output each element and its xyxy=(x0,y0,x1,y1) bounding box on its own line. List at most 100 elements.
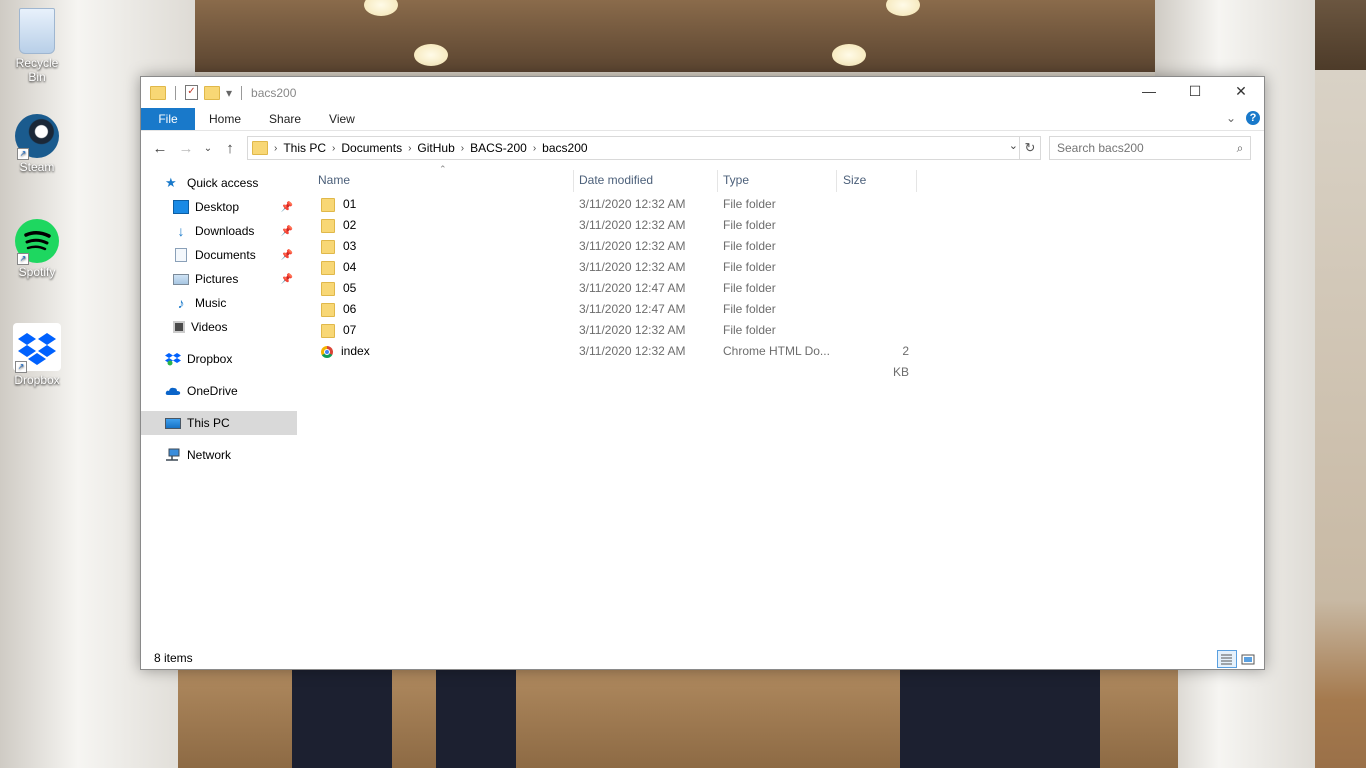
file-name-cell[interactable]: 03 xyxy=(319,236,356,257)
file-name-cell[interactable]: 05 xyxy=(319,278,356,299)
breadcrumb-this-pc[interactable]: This PC xyxy=(277,141,332,155)
shortcut-arrow-icon: ↗ xyxy=(17,253,29,265)
breadcrumb-bacs200[interactable]: bacs200 xyxy=(536,141,593,155)
cloud-icon xyxy=(165,384,181,398)
desktop-icon-dropbox[interactable]: ↗ Dropbox xyxy=(6,323,68,387)
date-modified-cell: 3/11/2020 12:32 AM xyxy=(579,323,686,337)
back-arrow-icon[interactable]: ← xyxy=(147,140,173,157)
nav-item-downloads[interactable]: ↓ Downloads 📌 xyxy=(141,219,297,243)
up-arrow-icon[interactable]: ↑ xyxy=(217,140,243,157)
table-row[interactable]: 06 3/11/2020 12:47 AM File folder xyxy=(319,299,929,320)
nav-item-music[interactable]: ♪ Music xyxy=(141,291,297,315)
search-icon[interactable]: ⌕ xyxy=(1230,141,1250,156)
wallpaper-lamp xyxy=(832,44,866,66)
pin-icon[interactable]: 📌 xyxy=(281,202,293,213)
folder-icon xyxy=(321,260,335,275)
nav-item-videos[interactable]: Videos xyxy=(141,315,297,339)
file-name-cell[interactable]: 06 xyxy=(319,299,356,320)
column-divider[interactable] xyxy=(573,170,574,192)
recent-locations-chevron-icon[interactable]: ⌄ xyxy=(199,143,217,154)
table-row[interactable]: 05 3/11/2020 12:47 AM File folder xyxy=(319,278,929,299)
address-history-chevron-icon[interactable]: ⌄ xyxy=(1009,139,1018,152)
column-divider[interactable] xyxy=(916,170,917,192)
file-name-cell[interactable]: 02 xyxy=(319,215,356,236)
details-view-icon[interactable] xyxy=(1217,650,1237,668)
nav-item-label: Desktop xyxy=(195,200,240,214)
forward-arrow-icon[interactable]: → xyxy=(173,140,199,157)
separator xyxy=(175,85,176,100)
folder-icon xyxy=(252,141,268,155)
pin-icon[interactable]: 📌 xyxy=(281,274,293,285)
desktop-icon-steam[interactable]: ↗ Steam xyxy=(6,114,68,174)
nav-item-dropbox[interactable]: Dropbox xyxy=(141,347,297,371)
nav-item-documents[interactable]: Documents 📌 xyxy=(141,243,297,267)
desktop-icon-recycle-bin[interactable]: Recycle Bin xyxy=(6,8,68,84)
nav-item-onedrive[interactable]: OneDrive xyxy=(141,379,297,403)
folder-icon xyxy=(321,281,335,296)
table-row[interactable]: 03 3/11/2020 12:32 AM File folder xyxy=(319,236,929,257)
column-header-type[interactable]: Type xyxy=(723,166,749,194)
column-header-size[interactable]: Size xyxy=(843,166,866,194)
tab-file[interactable]: File xyxy=(141,108,195,130)
nav-item-label: Network xyxy=(187,448,232,462)
file-name-cell[interactable]: 01 xyxy=(319,194,356,215)
column-divider[interactable] xyxy=(836,170,837,192)
file-name-cell[interactable]: index xyxy=(319,341,370,362)
title-bar[interactable]: ✓ ▾ bacs200 — ☐ ✕ xyxy=(141,77,1264,108)
file-name-cell[interactable]: 07 xyxy=(319,320,356,341)
breadcrumb-github[interactable]: GitHub xyxy=(411,141,460,155)
nav-item-network[interactable]: Network xyxy=(141,443,297,467)
table-row[interactable]: index 3/11/2020 12:32 AM Chrome HTML Do...… xyxy=(319,341,929,379)
wallpaper-lamp xyxy=(414,44,448,66)
computer-icon xyxy=(165,417,181,429)
nav-item-this-pc[interactable]: This PC xyxy=(141,411,297,435)
breadcrumb-documents[interactable]: Documents xyxy=(335,141,408,155)
date-modified-cell: 3/11/2020 12:47 AM xyxy=(579,302,686,316)
breadcrumb-bacs-200[interactable]: BACS-200 xyxy=(464,141,533,155)
search-input[interactable] xyxy=(1050,140,1230,156)
nav-item-label: Documents xyxy=(195,248,256,262)
maximize-button[interactable]: ☐ xyxy=(1172,77,1218,106)
file-name-cell[interactable]: 04 xyxy=(319,257,356,278)
date-modified-cell: 3/11/2020 12:32 AM xyxy=(579,239,686,253)
column-header-name[interactable]: Name xyxy=(318,166,350,194)
table-row[interactable]: 01 3/11/2020 12:32 AM File folder xyxy=(319,194,929,215)
tab-share[interactable]: Share xyxy=(255,108,315,130)
expand-ribbon-chevron-icon[interactable]: ⌄ xyxy=(1226,111,1236,125)
column-header-date-modified[interactable]: Date modified xyxy=(579,166,653,194)
address-bar[interactable]: › This PC › Documents › GitHub › BACS-20… xyxy=(247,136,1041,160)
file-name: 07 xyxy=(343,323,357,337)
minimize-button[interactable]: — xyxy=(1126,77,1172,106)
recycle-bin-icon xyxy=(19,8,55,54)
size-cell: 2 KB xyxy=(892,344,909,379)
sort-ascending-icon: ⌃ xyxy=(439,164,447,174)
table-row[interactable]: 07 3/11/2020 12:32 AM File folder xyxy=(319,320,929,341)
customize-toolbar-chevron-icon[interactable]: ▾ xyxy=(226,86,232,100)
tab-view[interactable]: View xyxy=(315,108,369,130)
table-row[interactable]: 02 3/11/2020 12:32 AM File folder xyxy=(319,215,929,236)
type-cell: File folder xyxy=(723,197,776,211)
table-row[interactable]: 04 3/11/2020 12:32 AM File folder xyxy=(319,257,929,278)
large-icons-view-icon[interactable] xyxy=(1239,650,1259,668)
folder-icon xyxy=(321,323,335,338)
nav-item-label: Pictures xyxy=(195,272,239,286)
close-button[interactable]: ✕ xyxy=(1218,77,1264,106)
desktop-icon-spotify[interactable]: ↗ Spotify xyxy=(6,219,68,279)
tab-home[interactable]: Home xyxy=(195,108,255,130)
column-divider[interactable] xyxy=(717,170,718,192)
nav-item-label: Downloads xyxy=(195,224,255,238)
file-explorer-window: ✓ ▾ bacs200 — ☐ ✕ File Home Share View ⌄… xyxy=(140,76,1265,670)
new-folder-icon[interactable] xyxy=(204,85,220,100)
folder-icon xyxy=(321,239,335,254)
help-icon[interactable]: ? xyxy=(1246,111,1260,125)
search-box[interactable]: ⌕ xyxy=(1049,136,1251,160)
nav-item-pictures[interactable]: Pictures 📌 xyxy=(141,267,297,291)
file-name: 03 xyxy=(343,239,357,253)
properties-icon[interactable]: ✓ xyxy=(185,85,198,100)
nav-item-desktop[interactable]: Desktop 📌 xyxy=(141,195,297,219)
nav-item-quick-access[interactable]: ★ Quick access xyxy=(141,171,297,195)
pin-icon[interactable]: 📌 xyxy=(281,226,293,237)
refresh-icon[interactable]: ↻ xyxy=(1019,137,1040,159)
pin-icon[interactable]: 📌 xyxy=(281,250,293,261)
type-cell: Chrome HTML Do... xyxy=(723,344,830,358)
